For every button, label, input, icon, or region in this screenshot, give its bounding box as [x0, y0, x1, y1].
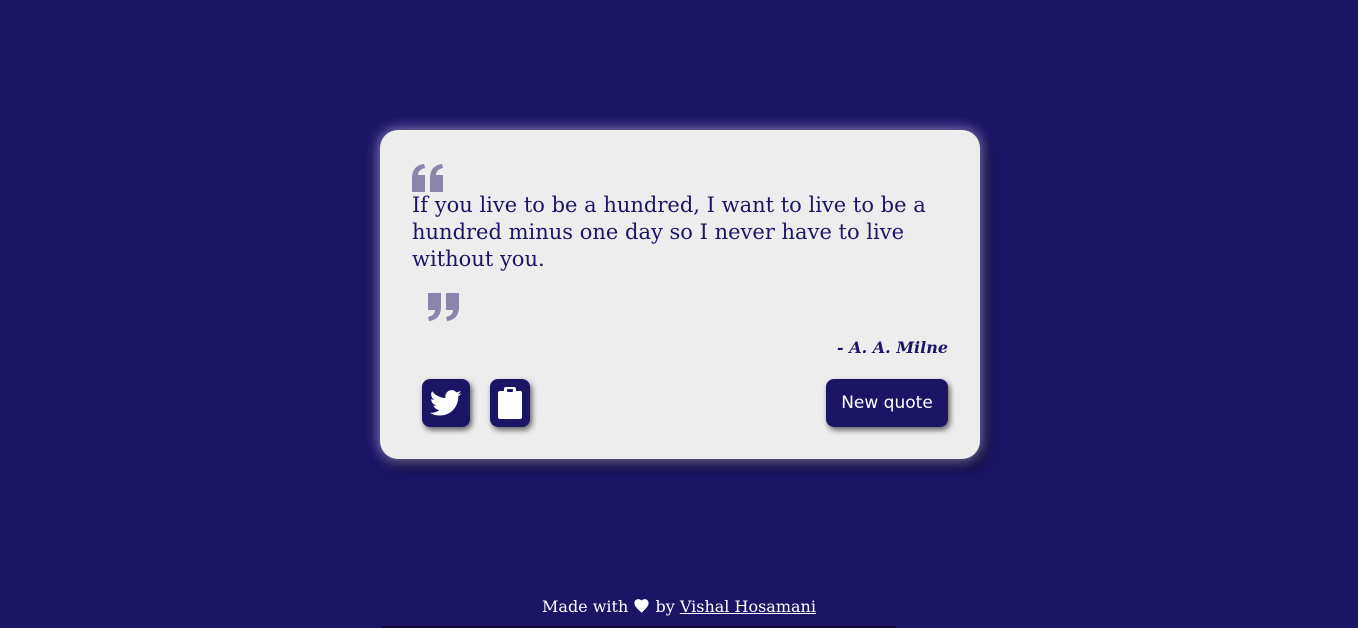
new-quote-button[interactable]: New quote — [826, 379, 948, 427]
footer-by: by — [655, 597, 675, 616]
footer-made-with: Made with — [542, 597, 629, 616]
open-quote-icon — [412, 164, 443, 192]
tweet-button[interactable] — [422, 379, 470, 427]
clipboard-icon — [498, 387, 522, 419]
footer-author-link[interactable]: Vishal Hosamani — [680, 597, 816, 616]
quote-card: If you live to be a hundred, I want to l… — [380, 130, 980, 459]
heart-icon — [634, 599, 649, 614]
quote-author: - A. A. Milne — [837, 338, 948, 357]
twitter-icon — [430, 389, 462, 415]
copy-button[interactable] — [490, 379, 530, 427]
footer: Made with by Vishal Hosamani — [0, 596, 1358, 618]
close-quote-icon — [428, 293, 459, 321]
quote-text: If you live to be a hundred, I want to l… — [412, 193, 926, 271]
